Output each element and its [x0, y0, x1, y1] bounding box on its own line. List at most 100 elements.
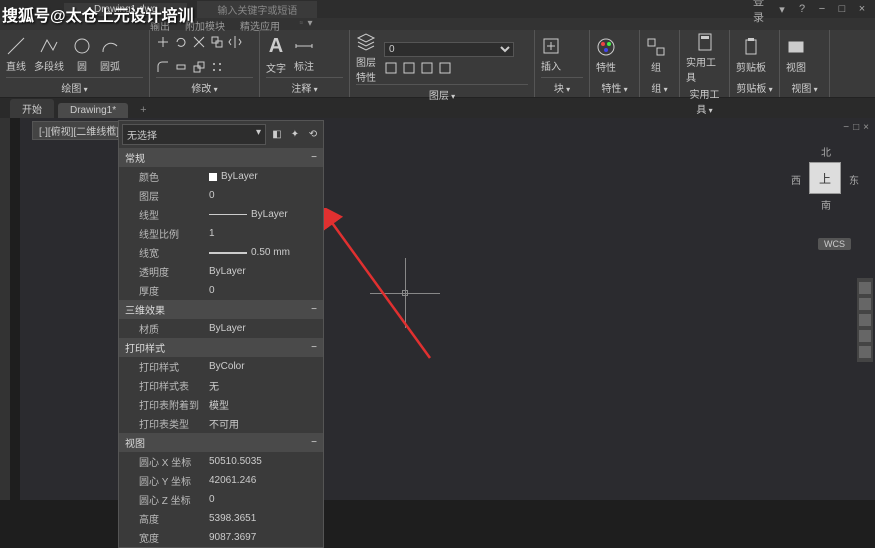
- copy-icon[interactable]: [210, 35, 224, 49]
- property-row[interactable]: 图层0: [119, 186, 323, 205]
- canvas-close-icon[interactable]: ×: [863, 122, 869, 133]
- property-row[interactable]: 打印表附着到模型: [119, 395, 323, 414]
- ribbon-label-view[interactable]: 视图: [786, 78, 823, 95]
- rotate-icon[interactable]: [174, 35, 188, 49]
- mirror-icon[interactable]: [228, 35, 242, 49]
- menu-more-icon[interactable]: ▪️▾: [295, 18, 312, 30]
- tool-insert[interactable]: 插入: [541, 36, 561, 73]
- move-icon[interactable]: [156, 35, 170, 49]
- tool-clipboard[interactable]: 剪贴板: [736, 37, 766, 74]
- property-row[interactable]: 打印样式ByColor: [119, 357, 323, 376]
- tool-group[interactable]: 组: [646, 37, 666, 74]
- tab-drawing1[interactable]: Drawing1*: [58, 103, 128, 118]
- property-value: 0: [209, 190, 215, 201]
- ribbon-label-properties[interactable]: 特性: [596, 78, 633, 95]
- layer-tool-icon[interactable]: [420, 61, 434, 75]
- tool-circle[interactable]: 圆: [72, 36, 92, 73]
- tool-arc[interactable]: 圆弧: [100, 36, 120, 73]
- layer-dropdown[interactable]: 0: [384, 42, 514, 57]
- search-input[interactable]: 输入关键字或短语: [197, 1, 317, 18]
- trim-icon[interactable]: [192, 35, 206, 49]
- property-label: 线型: [119, 207, 209, 222]
- property-row[interactable]: 打印样式表无: [119, 376, 323, 395]
- property-section-header[interactable]: 常规−: [119, 148, 323, 167]
- property-row[interactable]: 透明度ByLayer: [119, 262, 323, 281]
- property-row[interactable]: 高度5398.3651: [119, 509, 323, 528]
- ribbon-label-utils[interactable]: 实用工具: [686, 84, 723, 116]
- property-section-header[interactable]: 打印样式−: [119, 338, 323, 357]
- property-row[interactable]: 材质ByLayer: [119, 319, 323, 338]
- nav-tool[interactable]: [859, 298, 871, 310]
- layer-tool-icon[interactable]: [384, 61, 398, 75]
- tool-line[interactable]: 直线: [6, 36, 26, 73]
- viewcube[interactable]: 北 南 东 西 上: [795, 148, 855, 208]
- property-label: 宽度: [119, 530, 209, 545]
- dropdown-icon[interactable]: ▾: [773, 2, 791, 16]
- property-value: 模型: [209, 397, 229, 412]
- property-row[interactable]: 圆心 Y 坐标42061.246: [119, 471, 323, 490]
- tool-layer-props[interactable]: 图层 特性: [356, 32, 376, 84]
- ribbon-label-annotate[interactable]: 注释: [266, 77, 343, 95]
- property-section-header[interactable]: 三维效果−: [119, 300, 323, 319]
- property-row[interactable]: 圆心 X 坐标50510.5035: [119, 452, 323, 471]
- ribbon-label-groups[interactable]: 组: [646, 78, 673, 95]
- property-row[interactable]: 颜色ByLayer: [119, 167, 323, 186]
- tool-polyline[interactable]: 多段线: [34, 36, 64, 73]
- panel-tool-icon[interactable]: ⟲: [306, 128, 320, 142]
- nav-tool[interactable]: [859, 314, 871, 326]
- tool-properties[interactable]: 特性: [596, 37, 616, 74]
- palette-icon: [596, 37, 616, 57]
- canvas-minimize-icon[interactable]: −: [843, 122, 849, 133]
- property-section-header[interactable]: 视图−: [119, 433, 323, 452]
- nav-tool[interactable]: [859, 330, 871, 342]
- viewcube-west[interactable]: 西: [791, 172, 801, 187]
- selection-dropdown[interactable]: 无选择 ▾: [122, 124, 266, 145]
- ribbon-label-clipboard[interactable]: 剪贴板: [736, 78, 773, 95]
- property-label: 图层: [119, 188, 209, 203]
- text-icon: A: [269, 35, 283, 58]
- tool-text[interactable]: A文字: [266, 35, 286, 75]
- viewcube-top[interactable]: 上: [809, 162, 841, 194]
- property-row[interactable]: 线型比例1: [119, 224, 323, 243]
- stretch-icon[interactable]: [174, 60, 188, 74]
- ribbon-label-draw[interactable]: 绘图: [6, 77, 143, 95]
- property-row[interactable]: 线宽0.50 mm: [119, 243, 323, 262]
- property-row[interactable]: 打印表类型不可用: [119, 414, 323, 433]
- canvas-restore-icon[interactable]: □: [853, 122, 859, 133]
- ribbon-group-view: 视图 视图: [780, 30, 830, 97]
- panel-tool-icon[interactable]: ◧: [270, 128, 284, 142]
- wcs-indicator[interactable]: WCS: [818, 238, 851, 250]
- maximize-icon[interactable]: □: [833, 2, 851, 16]
- fillet-icon[interactable]: [156, 60, 170, 74]
- property-row[interactable]: 宽度9087.3697: [119, 528, 323, 547]
- close-icon[interactable]: ×: [853, 2, 871, 16]
- menu-featured[interactable]: 精选应用: [240, 18, 280, 30]
- tab-add-button[interactable]: +: [132, 102, 154, 118]
- minimize-icon[interactable]: −: [813, 2, 831, 16]
- scale-icon[interactable]: [192, 60, 206, 74]
- property-value: 50510.5035: [209, 456, 262, 467]
- panel-close-icon[interactable]: ×: [109, 123, 115, 134]
- tool-utilities[interactable]: 实用工具: [686, 32, 723, 84]
- ribbon-label-block[interactable]: 块: [541, 77, 583, 95]
- property-row[interactable]: 线型ByLayer: [119, 205, 323, 224]
- nav-tool[interactable]: [859, 282, 871, 294]
- ribbon-label-layers[interactable]: 图层: [356, 84, 528, 102]
- viewcube-south[interactable]: 南: [821, 197, 831, 212]
- layer-tool-icon[interactable]: [402, 61, 416, 75]
- tool-view[interactable]: 视图: [786, 37, 806, 74]
- property-label: 打印表附着到: [119, 397, 209, 412]
- ribbon-label-modify[interactable]: 修改: [156, 77, 253, 95]
- viewcube-north[interactable]: 北: [821, 144, 831, 159]
- tab-start[interactable]: 开始: [10, 99, 54, 118]
- login-button[interactable]: 登录: [753, 2, 771, 16]
- viewcube-east[interactable]: 东: [849, 172, 859, 187]
- layer-tool-icon[interactable]: [438, 61, 452, 75]
- property-row[interactable]: 厚度0: [119, 281, 323, 300]
- panel-tool-icon[interactable]: ✦: [288, 128, 302, 142]
- nav-tool[interactable]: [859, 346, 871, 358]
- array-icon[interactable]: [210, 60, 224, 74]
- help-icon[interactable]: ?: [793, 2, 811, 16]
- tool-dimension[interactable]: 标注: [294, 36, 314, 73]
- property-value: 不可用: [209, 416, 239, 431]
